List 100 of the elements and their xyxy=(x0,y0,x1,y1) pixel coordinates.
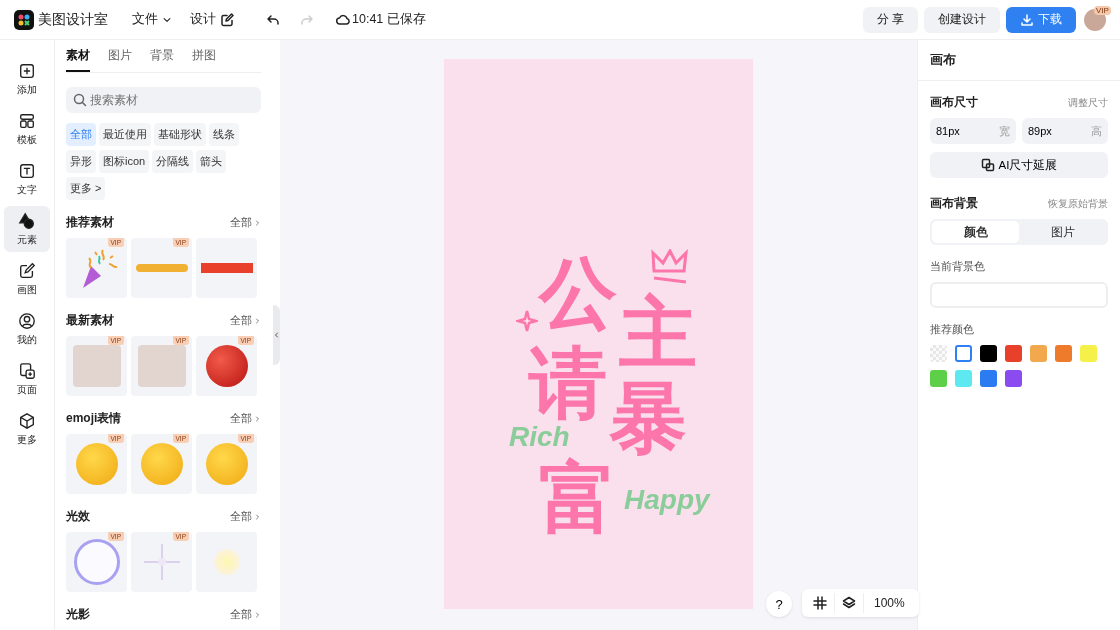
filter-chip[interactable]: 分隔线 xyxy=(152,150,194,173)
script-word: Happy xyxy=(624,484,710,516)
filter-chip[interactable]: 异形 xyxy=(66,150,96,173)
sidebar-item[interactable]: 更多 xyxy=(4,406,50,452)
download-icon xyxy=(1020,12,1034,27)
redo-icon[interactable] xyxy=(300,12,314,27)
asset-thumbnail[interactable] xyxy=(196,532,257,592)
emoji-drawing xyxy=(205,443,248,485)
calligraphy-character: 暴 xyxy=(609,379,687,457)
panel-tab[interactable]: 素材 xyxy=(66,47,90,72)
calligraphy-character: 公 xyxy=(539,254,617,332)
panel-tab[interactable]: 图片 xyxy=(108,47,132,72)
app-name: 美图设计室 xyxy=(38,10,108,29)
sidebar-item[interactable]: 模板 xyxy=(4,106,50,152)
sidebar-item[interactable]: 页面 xyxy=(4,356,50,402)
panel-title: 画布 xyxy=(918,40,1120,81)
chevron-right-icon xyxy=(254,511,261,522)
color-swatch[interactable] xyxy=(1080,345,1097,362)
ai-extend-button[interactable]: AI尺寸延展 xyxy=(930,152,1108,178)
section-label: 画布背景 xyxy=(930,196,978,211)
vip-badge: VIP xyxy=(1094,5,1111,15)
see-all-link[interactable]: 全部 xyxy=(230,313,261,328)
crown-drawing xyxy=(651,249,689,285)
segment-tab[interactable]: 图片 xyxy=(1019,221,1106,243)
filter-chip[interactable]: 最近使用 xyxy=(99,123,151,146)
script-word: Rich xyxy=(509,421,570,453)
cloud-icon xyxy=(336,12,350,27)
menu-item[interactable]: 文件 xyxy=(132,11,172,28)
calligraphy-character: 富 xyxy=(539,459,617,537)
bubble-drawing xyxy=(73,539,120,585)
collapse-handle[interactable] xyxy=(273,305,280,365)
color-swatch[interactable] xyxy=(930,345,947,362)
search-field[interactable]: 搜索素材 xyxy=(66,87,261,113)
sparkle-drawing xyxy=(516,309,538,333)
color-swatch[interactable] xyxy=(930,370,947,387)
color-swatch[interactable] xyxy=(980,370,997,387)
zoom-level[interactable]: 100% xyxy=(863,593,915,613)
field-label: 当前背景色 xyxy=(930,259,986,274)
section-title: 最新素材 xyxy=(66,312,114,329)
filter-chip[interactable]: 基础形状 xyxy=(154,123,206,146)
layout-icon xyxy=(18,111,36,130)
filter-chip[interactable]: 全部 xyxy=(66,123,96,146)
color-swatch[interactable] xyxy=(980,345,997,362)
sidebar-item[interactable]: 文字 xyxy=(4,156,50,202)
sidebar-item[interactable]: 元素 xyxy=(4,206,50,252)
photo-placeholder xyxy=(72,345,121,387)
section-title: 光效 xyxy=(66,508,90,525)
chevron-right-icon xyxy=(254,217,261,228)
help-button[interactable]: ? xyxy=(766,591,792,617)
calligraphy-character: 请 xyxy=(529,344,607,422)
toolbar-button[interactable]: 创建设计 xyxy=(924,6,1000,33)
layers-icon xyxy=(842,596,856,610)
save-status: 10:41 已保存 xyxy=(352,11,426,28)
resize-link[interactable]: 调整尺寸 xyxy=(1068,95,1108,110)
color-swatch[interactable] xyxy=(955,345,972,362)
chevron-right-icon xyxy=(254,315,261,326)
toolbar-button[interactable]: 分 享 xyxy=(862,6,918,33)
field-label: 推荐颜色 xyxy=(930,322,975,337)
filter-chip[interactable]: 图标icon xyxy=(99,150,150,173)
asset-thumbnail[interactable] xyxy=(196,238,257,298)
undo-icon[interactable] xyxy=(266,12,280,27)
filter-chip[interactable]: 线条 xyxy=(209,123,239,146)
see-all-link[interactable]: 全部 xyxy=(230,607,261,622)
text-icon xyxy=(18,161,36,180)
color-swatch[interactable] xyxy=(1055,345,1072,362)
color-swatch[interactable] xyxy=(1005,345,1022,362)
chevron-right-icon xyxy=(254,609,261,620)
sidebar-item[interactable]: 我的 xyxy=(4,306,50,352)
color-swatch[interactable] xyxy=(1030,345,1047,362)
download-button[interactable]: 下载 xyxy=(1006,6,1076,33)
panel-tab[interactable]: 背景 xyxy=(150,47,174,72)
stripe-drawing xyxy=(200,263,253,273)
emoji-drawing xyxy=(140,443,183,485)
see-all-link[interactable]: 全部 xyxy=(230,215,261,230)
section-title: 推荐素材 xyxy=(66,214,114,231)
color-swatch[interactable] xyxy=(1005,370,1022,387)
sidebar-item[interactable]: 画图 xyxy=(4,256,50,302)
menu-item[interactable]: 设计 xyxy=(190,11,234,28)
section-label: 画布尺寸 xyxy=(930,95,978,110)
photo-placeholder xyxy=(137,345,186,387)
search-icon xyxy=(73,93,87,107)
see-all-link[interactable]: 全部 xyxy=(230,509,261,524)
color-swatch[interactable] xyxy=(955,370,972,387)
page-icon xyxy=(18,361,36,380)
unit-label: 高 xyxy=(1091,125,1102,139)
panel-tab[interactable]: 拼图 xyxy=(192,47,216,72)
cube-icon xyxy=(18,411,36,430)
see-all-link[interactable]: 全部 xyxy=(230,411,261,426)
chevron-right-icon xyxy=(254,413,261,424)
filter-chip[interactable]: 更多 > xyxy=(66,177,106,200)
plus-icon xyxy=(18,61,36,80)
segment-tab[interactable]: 颜色 xyxy=(932,221,1019,243)
emoji-drawing xyxy=(75,443,118,485)
filter-chip[interactable]: 箭头 xyxy=(196,150,227,173)
calligraphy-character: 主 xyxy=(619,294,697,372)
restore-link[interactable]: 恢复原始背景 xyxy=(1048,196,1108,211)
app-logo[interactable] xyxy=(14,9,34,30)
section-title: emoji表情 xyxy=(66,410,122,427)
shapes-icon xyxy=(18,211,36,230)
sidebar-item[interactable]: 添加 xyxy=(4,56,50,102)
